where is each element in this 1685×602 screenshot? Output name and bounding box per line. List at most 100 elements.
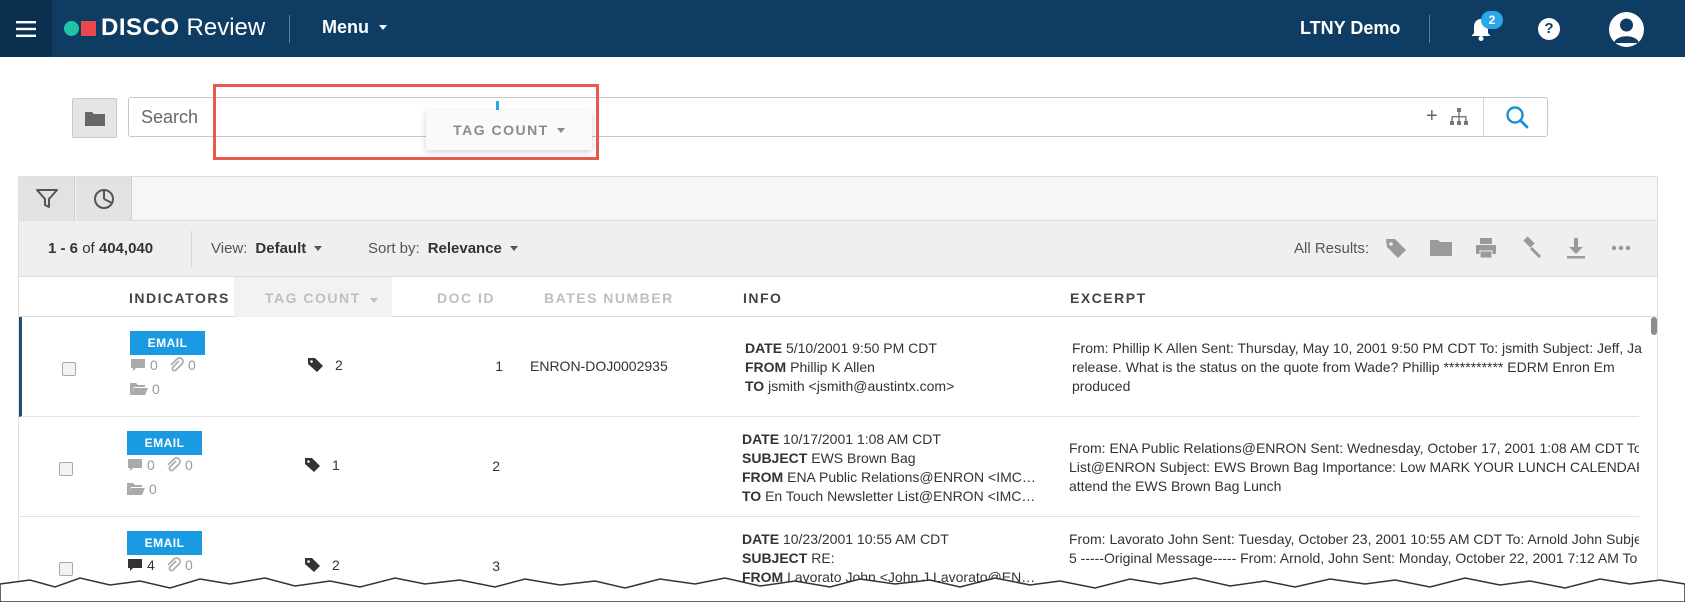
sort-selector[interactable]: Sort by: Relevance [368,240,518,257]
download-icon[interactable] [1564,236,1588,260]
view-selector[interactable]: View: Default [211,240,323,257]
tag-count-cell: 2 [304,557,340,573]
tab-filter[interactable] [19,177,75,221]
table-row[interactable]: EMAIL 0 0 0 1 2 DATE 10/17/2001 1:08 AM … [19,417,1639,517]
torn-edge-decoration [0,577,1685,602]
info-value: 10/23/2001 10:55 AM CDT [782,531,949,547]
folder-count: 0 [130,381,160,397]
folder-icon [84,112,105,126]
folder-count-value: 0 [152,381,160,397]
hamburger-menu-button[interactable] [0,0,52,57]
excerpt-cell: From: ENA Public Relations@ENRON Sent: W… [1069,439,1639,496]
notification-badge[interactable]: 2 [1481,11,1503,29]
attachment-count-value: 0 [185,457,193,473]
excerpt-line: From: Lavorato John Sent: Tuesday, Octob… [1069,531,1639,547]
comment-count: 4 [127,557,155,573]
vertical-scrollbar[interactable] [1651,317,1657,335]
sort-value: Relevance [427,240,502,257]
view-label: View: [211,240,248,257]
excerpt-cell: From: Lavorato John Sent: Tuesday, Octob… [1069,530,1639,568]
info-value: EWS Brown Bag [811,450,916,466]
more-icon[interactable] [1609,236,1633,260]
column-tag-count-label: TAG COUNT [265,290,361,306]
search-icon[interactable] [1504,104,1530,130]
app-logo[interactable]: DISCO Review [64,14,265,42]
comment-icon [131,359,145,371]
results-toolbar: 1 - 6 of 404,040 View: Default Sort by: … [19,221,1657,277]
sort-label: Sort by: [368,240,420,257]
column-indicators[interactable]: INDICATORS [129,290,230,306]
hamburger-icon [16,20,36,37]
tag-count-cell: 1 [304,457,340,473]
folder-count-value: 0 [149,481,157,497]
comment-count-value: 0 [147,457,155,473]
add-search-term-button[interactable]: + [1426,105,1438,128]
attachment-count: 0 [165,457,193,473]
folder-count: 0 [127,481,157,497]
info-label: TO [745,378,765,394]
row-checkbox[interactable] [62,362,76,376]
divider [191,231,192,267]
info-value: Phillip K Allen [790,359,875,375]
document-type-badge: EMAIL [130,331,205,355]
help-icon[interactable]: ? [1538,18,1560,40]
tag-icon[interactable] [1384,236,1408,260]
folder-browse-button[interactable] [72,98,117,138]
divider [1429,15,1430,43]
view-value: Default [255,240,307,257]
print-icon[interactable] [1474,236,1498,260]
excerpt-line: From: Phillip K Allen Sent: Thursday, Ma… [1072,340,1642,356]
main-menu-button[interactable]: Menu [322,17,387,38]
all-results-label: All Results: [1294,240,1370,257]
top-navigation-bar: DISCO Review Menu LTNY Demo 2 ? [0,0,1685,57]
excerpt-cell: From: Phillip K Allen Sent: Thursday, Ma… [1072,339,1642,396]
attachment-count-value: 0 [185,557,193,573]
info-label: SUBJECT [742,450,808,466]
column-bates-number[interactable]: BATES NUMBER [544,290,674,306]
result-of: of [82,240,95,257]
divider [1483,98,1484,136]
folder-icon[interactable] [1429,236,1453,260]
info-label: DATE [742,431,780,447]
chevron-down-icon [370,298,379,303]
tag-count-value: 1 [332,457,340,473]
table-row[interactable]: EMAIL 0 0 0 2 1 ENRON-DOJ0002935 DATE 5/… [19,317,1642,417]
tag-count-cell: 2 [307,357,343,373]
info-value: 5/10/2001 9:50 PM CDT [785,340,937,356]
hierarchy-icon[interactable] [1449,107,1469,127]
paperclip-icon [167,457,181,472]
info-label: FROM [742,469,784,485]
bates-number-value: ENRON-DOJ0002935 [530,358,668,374]
menu-label: Menu [322,17,369,37]
tab-analytics[interactable] [76,177,132,221]
tag-icon [308,358,323,372]
info-value: ENA Public Relations@ENRON <IMCEA... [787,469,1042,485]
column-excerpt[interactable]: EXCERPT [1070,290,1147,306]
user-avatar-icon[interactable] [1609,12,1644,47]
tag-count-value: 2 [335,357,343,373]
chevron-down-icon [379,25,387,30]
excerpt-line: List@ENRON Subject: EWS Brown Bag Import… [1069,459,1639,475]
logo-square-icon [81,20,96,36]
folder-open-icon [127,483,145,495]
panel-tabs [19,177,1657,221]
brand-name: DISCO [101,14,180,41]
info-label: SUBJECT [742,550,808,566]
excerpt-line: 5 -----Original Message----- From: Arnol… [1069,550,1638,566]
attachment-count: 0 [165,557,193,573]
comment-icon [128,459,142,471]
comment-count: 0 [127,457,155,473]
gavel-icon[interactable] [1519,236,1543,260]
row-checkbox[interactable] [59,462,73,476]
excerpt-line: release. What is the status on the quote… [1072,359,1615,375]
organization-name[interactable]: LTNY Demo [1300,18,1400,39]
column-info[interactable]: INFO [743,290,782,306]
info-value: 10/17/2001 1:08 AM CDT [782,431,941,447]
result-range: 1 - 6 [48,240,79,257]
info-cell: DATE 10/17/2001 1:08 AM CDT SUBJECT EWS … [742,430,1042,506]
info-cell: DATE 5/10/2001 9:50 PM CDT FROM Phillip … [745,339,1045,396]
column-doc-id[interactable]: DOC ID [437,290,495,306]
attachment-count-value: 0 [188,357,196,373]
callout-highlight-box [213,84,599,160]
column-tag-count[interactable]: TAG COUNT [265,290,379,306]
